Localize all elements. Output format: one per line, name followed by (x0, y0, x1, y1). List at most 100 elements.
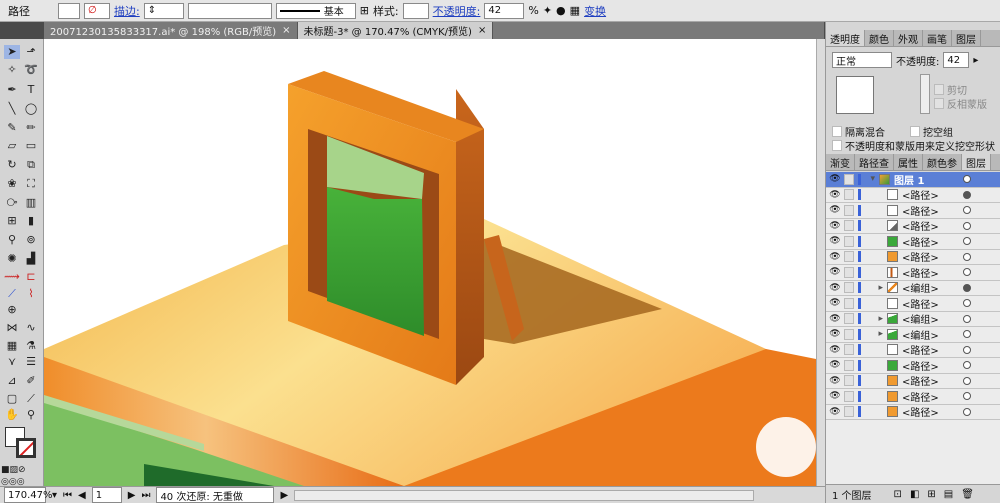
knockout-checkbox[interactable] (910, 126, 920, 137)
ellipse-tool-icon[interactable]: ◯ (23, 102, 39, 116)
visibility-eye-icon[interactable]: 👁 (829, 314, 841, 324)
target-circle-icon[interactable] (963, 299, 971, 307)
target-circle-icon[interactable] (963, 206, 971, 214)
visibility-eye-icon[interactable]: 👁 (829, 329, 841, 339)
close-icon[interactable]: × (478, 25, 486, 36)
doc-tab-1[interactable]: 20071230135833317.ai* @ 198% (RGB/预览) × (44, 22, 298, 39)
measure-icon[interactable]: ✐ (23, 374, 39, 388)
make-mask-button[interactable] (920, 74, 930, 114)
free-transform-icon[interactable]: ⛶ (23, 177, 39, 191)
mask-thumbnail[interactable] (836, 76, 874, 114)
expand-toggle-icon[interactable]: ▾ (861, 174, 875, 184)
lock-toggle[interactable] (844, 189, 854, 201)
reference-point-icon[interactable]: ⊕ (4, 303, 20, 317)
stroke-weight-field[interactable]: ⇕ (143, 2, 184, 19)
eraser-icon[interactable]: ▭ (23, 139, 39, 153)
lock-toggle[interactable] (844, 359, 854, 371)
zoom-tool-icon[interactable]: ⚲ (23, 408, 39, 422)
lock-toggle[interactable] (844, 173, 854, 185)
expand-toggle-icon[interactable]: ▸ (861, 314, 883, 324)
lock-toggle[interactable] (844, 390, 854, 402)
horizontal-scrollbar[interactable] (294, 489, 755, 501)
visibility-eye-icon[interactable]: 👁 (829, 252, 841, 262)
lock-toggle[interactable] (844, 297, 854, 309)
visibility-eye-icon[interactable]: 👁 (829, 267, 841, 277)
fill-swatch[interactable] (58, 2, 80, 19)
sublayer-row[interactable]: 👁 <路径> (826, 219, 1000, 234)
opacity-field[interactable]: 42 (484, 2, 525, 19)
target-circle-icon[interactable] (963, 376, 971, 385)
zoom-field[interactable]: 170.47% (4, 487, 53, 503)
sublayer-row[interactable]: 👁 <路径> (826, 203, 1000, 219)
sublayer-row[interactable]: 👁 <路径> (826, 265, 1000, 281)
visibility-eye-icon[interactable]: 👁 (829, 407, 841, 417)
magic-wand-icon[interactable]: ✧ (4, 63, 20, 77)
last-artboard-icon[interactable]: ⏭ (141, 490, 150, 501)
next-artboard-icon[interactable]: ▶ (128, 490, 136, 501)
blend-mode-select[interactable]: 正常 (832, 52, 892, 68)
sublayer-row[interactable]: 👁 ▸ <编组> (826, 327, 1000, 343)
mask-shape-checkbox[interactable] (832, 140, 842, 151)
visibility-eye-icon[interactable]: 👁 (829, 283, 841, 293)
blend-tool-icon[interactable]: ⊚ (23, 233, 39, 247)
rotate-tool-icon[interactable]: ↻ (4, 158, 20, 172)
expand-toggle-icon[interactable]: ▸ (861, 329, 883, 339)
align-icon[interactable]: ▦ (570, 4, 580, 17)
zigzag-icon[interactable]: ⋎ (4, 355, 20, 369)
tab-appearance[interactable]: 外观 (894, 30, 923, 46)
sublayer-row[interactable]: 👁 <路径> (826, 374, 1000, 389)
envelope-icon[interactable]: ⋈ (4, 321, 20, 335)
visibility-eye-icon[interactable]: 👁 (829, 360, 841, 370)
opacity-input[interactable]: 42 (943, 52, 970, 68)
new-layer-icon[interactable]: ▤ (944, 489, 953, 500)
sublayer-row[interactable]: 👁 <路径> (826, 250, 1000, 265)
target-circle-icon[interactable] (963, 345, 971, 354)
invert-mask-checkbox[interactable] (934, 98, 944, 109)
knife-icon[interactable]: ⟋ (23, 392, 39, 406)
artboard-icon[interactable]: ▢ (4, 392, 20, 406)
sublayer-row[interactable]: 👁 <路径> (826, 405, 1000, 420)
tab-layers[interactable]: 图层 (962, 154, 991, 170)
artboard-canvas[interactable] (44, 39, 816, 486)
vertical-scrollbar[interactable] (816, 39, 825, 486)
slice-tool-icon[interactable]: ⟋ (4, 287, 20, 301)
lock-toggle[interactable] (844, 344, 854, 356)
line-tool-icon[interactable]: ╲ (4, 102, 20, 116)
column-graph-icon[interactable]: ▟ (23, 252, 39, 266)
curvature-icon[interactable]: ⌇ (23, 287, 39, 301)
wand-icon[interactable]: ⚗ (23, 339, 39, 353)
lock-toggle[interactable] (844, 251, 854, 263)
direct-selection-tool-icon[interactable]: ⬏ (23, 45, 39, 59)
visibility-eye-icon[interactable]: 👁 (829, 345, 841, 355)
gradient-tool-icon[interactable]: ▮ (23, 214, 39, 228)
sublayer-row[interactable]: 👁 <路径> (826, 296, 1000, 312)
locate-object-icon[interactable]: ⊡ (894, 489, 902, 500)
opacity-arrow-icon[interactable]: ▸ (973, 55, 978, 66)
tab-color-guide[interactable]: 颜色参 (923, 154, 962, 170)
tab-layers[interactable]: 图层 (952, 30, 981, 46)
sublayer-row[interactable]: 👁 ▸ <编组> (826, 281, 1000, 296)
sublayer-row[interactable]: 👁 <路径> (826, 188, 1000, 203)
tab-brushes[interactable]: 画笔 (923, 30, 952, 46)
sublayer-row[interactable]: 👁 ▸ <编组> (826, 312, 1000, 327)
visibility-eye-icon[interactable]: 👁 (829, 376, 841, 386)
close-icon[interactable]: × (282, 25, 290, 36)
symbol-sprayer-icon[interactable]: ✺ (4, 252, 20, 266)
selection-tool-icon[interactable]: ➤ (4, 45, 20, 59)
status-message[interactable]: 40 次还原: 无重做 (156, 487, 275, 503)
target-circle-icon[interactable] (963, 392, 971, 400)
visibility-eye-icon[interactable]: 👁 (829, 174, 841, 184)
perspective-grid-icon[interactable]: ▥ (23, 196, 39, 210)
tab-attributes[interactable]: 属性 (894, 154, 923, 170)
mesh-tool-icon[interactable]: ⊞ (4, 214, 20, 228)
variable-width-select[interactable] (187, 2, 272, 19)
lock-toggle[interactable] (844, 235, 854, 247)
target-circle-icon[interactable] (963, 330, 971, 338)
stroke-swatch-none[interactable]: ∅ (84, 2, 110, 19)
stroke-color-box[interactable] (16, 438, 36, 458)
brush-options-icon[interactable]: ⊞ (360, 4, 369, 17)
visibility-eye-icon[interactable]: 👁 (829, 298, 841, 308)
sublayer-row[interactable]: 👁 <路径> (826, 389, 1000, 405)
eyedrop-icon[interactable]: ⊿ (4, 374, 20, 388)
visibility-eye-icon[interactable]: 👁 (829, 221, 841, 231)
